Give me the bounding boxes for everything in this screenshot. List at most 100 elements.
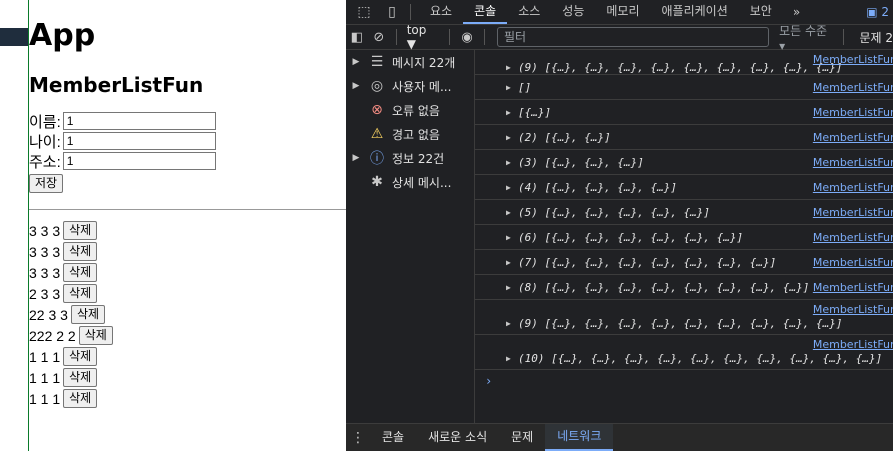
drawer-tabs: 콘솔 새로운 소식 문제 네트워크 <box>370 424 614 451</box>
toolbar-separator <box>484 29 486 45</box>
source-link[interactable]: MemberListFun <box>813 256 893 269</box>
age-label: 나이: <box>29 133 61 151</box>
console-log-text: (3) [{…}, {…}, {…}] <box>518 156 644 169</box>
console-log-text: (9) [{…}, {…}, {…}, {…}, {…}, {…}, {…}, … <box>518 317 843 330</box>
member-row: 22 3 3 삭제 <box>29 304 113 325</box>
delete-button[interactable]: 삭제 <box>63 284 98 303</box>
source-link[interactable]: MemberListFun <box>813 338 893 351</box>
device-toolbar-icon[interactable]: ▯ <box>382 4 402 20</box>
source-link[interactable]: MemberListFun <box>813 81 893 94</box>
source-link[interactable]: MemberListFun <box>813 106 893 119</box>
member-info: 3 3 3 <box>29 243 61 260</box>
source-link[interactable]: MemberListFun <box>813 206 893 219</box>
issues-badge[interactable]: ▣ 2 <box>866 5 893 19</box>
name-input[interactable] <box>62 112 216 130</box>
sidebar-filter-item[interactable]: ⊗ 오류 없음 <box>346 98 474 122</box>
console-log-entry[interactable]: ▶ (3) [{…}, {…}, {…}] MemberListFun <box>475 150 893 175</box>
devtools-tab[interactable]: 애플리케이션 <box>651 0 739 24</box>
console-log-entry[interactable]: ▶ (9) [{…}, {…}, {…}, {…}, {…}, {…}, {…},… <box>475 300 893 335</box>
console-log-entry[interactable]: ▶ (2) [{…}, {…}] MemberListFun <box>475 125 893 150</box>
age-input[interactable] <box>62 132 216 150</box>
save-button[interactable]: 저장 <box>29 173 64 193</box>
console-log-text: [] <box>518 81 532 94</box>
console-log-text: (7) [{…}, {…}, {…}, {…}, {…}, {…}, {…}] <box>518 256 777 269</box>
issues-button[interactable]: 문제 2 <box>860 29 893 46</box>
sidebar-filter-item[interactable]: ⚠ 경고 없음 <box>346 122 474 146</box>
devtools-tab[interactable]: 요소 <box>419 0 463 24</box>
member-row: 3 3 3 삭제 <box>29 241 113 262</box>
console-log-entry[interactable]: ▶ (5) [{…}, {…}, {…}, {…}, {…}] MemberList… <box>475 200 893 225</box>
source-link[interactable]: MemberListFun <box>813 231 893 244</box>
member-row: 2 3 3 삭제 <box>29 283 113 304</box>
delete-button[interactable]: 삭제 <box>63 347 98 366</box>
console-log-text: (4) [{…}, {…}, {…}, {…}] <box>518 181 677 194</box>
console-log-entry[interactable]: ▶ (8) [{…}, {…}, {…}, {…}, {…}, {…}, {…},… <box>475 275 893 300</box>
source-link[interactable]: MemberListFun <box>813 131 893 144</box>
devtools-tab[interactable]: 성능 <box>551 0 595 24</box>
delete-button[interactable]: 삭제 <box>63 263 98 282</box>
inspect-element-icon[interactable]: ⬚ <box>354 4 374 20</box>
issues-badge-count: 2 <box>881 5 889 19</box>
member-info: 1 1 1 <box>29 369 61 386</box>
devtools-panel: ⬚ ▯ 요소 콘솔 소스 성능 메모리 애플리케이션 보안 » ▣ 2 ◧ ⊘ top ▼ … <box>346 0 893 451</box>
console-log-entry[interactable]: ▶ [{…}] MemberListFun <box>475 100 893 125</box>
log-levels-dropdown[interactable]: 모든 수준 ▾ <box>779 22 836 53</box>
drawer-tab[interactable]: 새로운 소식 <box>416 424 499 451</box>
member-info: 3 3 3 <box>29 264 61 281</box>
sidebar-filter-label: 경고 없음 <box>392 127 440 142</box>
source-link[interactable]: MemberListFun <box>813 181 893 194</box>
drawer-menu-icon[interactable]: ⋮ <box>346 430 370 446</box>
user-icon: ◎ <box>370 78 384 94</box>
delete-button[interactable]: 삭제 <box>63 242 98 261</box>
source-link[interactable]: MemberListFun <box>813 281 893 294</box>
sidebar-filter-item[interactable]: ▶ ⓘ 정보 22건 <box>346 146 474 170</box>
drawer-tab[interactable]: 네트워크 <box>545 424 614 451</box>
source-link[interactable]: MemberListFun <box>813 156 893 169</box>
console-log-text: (8) [{…}, {…}, {…}, {…}, {…}, {…}, {…}, … <box>518 281 810 294</box>
sidebar-filter-item[interactable]: ▶ ◎ 사용자 메... <box>346 74 474 98</box>
app-content: App MemberListFun 이름: 나이: 주소: 저장 <box>29 0 346 193</box>
console-log-entry[interactable]: ▶[] MemberListFun <box>475 75 893 100</box>
clear-console-icon[interactable]: ⊘ <box>368 30 390 45</box>
console-prompt[interactable]: › <box>475 374 893 388</box>
address-input[interactable] <box>62 152 216 170</box>
devtools-tab[interactable]: 콘솔 <box>463 0 508 24</box>
member-list: 3 3 3 삭제 3 3 3 삭제 3 3 3 삭제 2 3 3 삭제 22 3 3 삭제 222 … <box>29 220 113 409</box>
console-log-entry[interactable]: ▶ (10) [{…}, {…}, {…}, {…}, {…}, {…}, {…}… <box>475 335 893 370</box>
delete-button[interactable]: 삭제 <box>63 221 98 240</box>
console-log-entry[interactable]: ▶ (6) [{…}, {…}, {…}, {…}, {…}, {…}] Membe… <box>475 225 893 250</box>
delete-button[interactable]: 삭제 <box>70 305 106 324</box>
delete-button[interactable]: 삭제 <box>63 368 98 387</box>
app-page: App MemberListFun 이름: 나이: 주소: 저장 3 3 3삭제… <box>0 0 346 451</box>
console-log-entry[interactable]: ▶ (7) [{…}, {…}, {…}, {…}, {…}, {…}, {…}]… <box>475 250 893 275</box>
devtools-tab[interactable]: 메모리 <box>595 0 650 24</box>
verbose-bug-icon: ✱ <box>371 174 383 190</box>
expand-arrow-icon: ▶ <box>352 57 360 67</box>
filter-input[interactable]: 필터 <box>497 27 770 47</box>
drawer-tab[interactable]: 문제 <box>499 424 545 451</box>
console-log-text: (5) [{…}, {…}, {…}, {…}, {…}] <box>518 206 711 219</box>
devtools-tab[interactable]: 소스 <box>507 0 551 24</box>
source-link[interactable]: MemberListFun <box>813 303 893 316</box>
delete-button[interactable]: 삭제 <box>78 326 113 345</box>
messages-list-icon: ☰ <box>370 54 384 70</box>
more-tabs-icon[interactable]: » <box>783 5 810 19</box>
devtools-tab[interactable]: 보안 <box>739 0 783 24</box>
source-link[interactable]: MemberListFun <box>813 53 893 66</box>
sidebar-filter-label: 메시지 22개 <box>392 55 456 70</box>
console-log-entry[interactable]: ▶ (4) [{…}, {…}, {…}, {…}] MemberListFun <box>475 175 893 200</box>
age-row: 나이: <box>29 131 346 151</box>
drawer-tab[interactable]: 콘솔 <box>370 424 416 451</box>
context-selector[interactable]: top ▼ <box>403 23 443 51</box>
console-message-list: ▶ (9) [{…}, {…}, {…}, {…}, {…}, {…}, {…},… <box>475 50 893 370</box>
name-label: 이름: <box>29 113 61 131</box>
member-info: 3 3 3 <box>29 222 61 239</box>
toolbar-separator <box>842 29 844 45</box>
sidebar-filter-label: 사용자 메... <box>392 79 452 94</box>
show-sidebar-icon[interactable]: ◧ <box>346 30 368 45</box>
delete-button[interactable]: 삭제 <box>63 389 98 408</box>
live-expression-eye-icon[interactable]: ◉ <box>456 30 478 45</box>
sidebar-filter-item[interactable]: ▶ ☰ 메시지 22개 <box>346 50 474 74</box>
sidebar-filter-item[interactable]: ✱ 상세 메시... <box>346 170 474 194</box>
console-log-entry[interactable]: ▶ (9) [{…}, {…}, {…}, {…}, {…}, {…}, {…},… <box>475 50 893 75</box>
